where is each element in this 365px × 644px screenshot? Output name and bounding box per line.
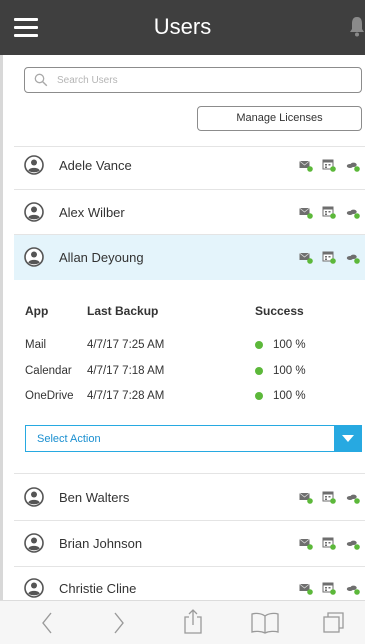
back-chevron-icon[interactable] (40, 611, 54, 635)
user-row-brian-johnson[interactable]: Brian Johnson (14, 521, 365, 566)
backup-timestamp: 4/7/17 7:18 AM (87, 365, 165, 377)
user-avatar-icon (24, 533, 44, 553)
bookmarks-book-icon[interactable] (250, 612, 280, 634)
backup-timestamp: 4/7/17 7:28 AM (87, 390, 165, 402)
user-row-adele-vance[interactable]: Adele Vance (14, 143, 365, 188)
mail-backup-icon (299, 207, 313, 219)
onedrive-backup-icon (346, 162, 360, 172)
calendar-backup-icon (322, 206, 336, 219)
tabs-icon[interactable] (322, 610, 346, 634)
success-dot (255, 341, 263, 349)
user-name: Christie Cline (59, 581, 137, 596)
backup-app-name: Mail (25, 339, 47, 351)
onedrive-backup-icon (346, 494, 360, 504)
calendar-backup-icon (322, 159, 336, 172)
onedrive-backup-icon (346, 585, 360, 595)
chevron-down-icon[interactable] (334, 425, 362, 452)
forward-chevron-icon[interactable] (112, 611, 126, 635)
col-header-success: Success (255, 304, 304, 318)
share-icon[interactable] (182, 608, 204, 635)
user-name: Allan Deyoung (59, 250, 144, 265)
backup-timestamp: 4/7/17 7:25 AM (87, 339, 165, 351)
success-value: 100 % (273, 390, 306, 402)
user-avatar-icon (24, 487, 44, 507)
search-input[interactable] (57, 70, 347, 90)
browser-toolbar (0, 600, 365, 644)
left-scroll-rule (0, 55, 3, 600)
user-avatar-icon (24, 247, 44, 267)
calendar-backup-icon (322, 582, 336, 595)
success-dot (255, 367, 263, 375)
mail-backup-icon (299, 252, 313, 264)
success-dot (255, 392, 263, 400)
onedrive-backup-icon (346, 254, 360, 264)
success-value: 100 % (273, 339, 306, 351)
search-icon (34, 73, 48, 87)
calendar-backup-icon (322, 537, 336, 550)
calendar-backup-icon (322, 491, 336, 504)
manage-licenses-button[interactable]: Manage Licenses (197, 106, 362, 131)
user-name: Brian Johnson (59, 536, 143, 551)
page-title: Users (153, 14, 212, 39)
user-avatar-icon (24, 578, 44, 598)
user-name: Alex Wilber (59, 205, 125, 220)
col-header-app: App (25, 304, 49, 318)
onedrive-backup-icon (346, 540, 360, 550)
user-name: Ben Walters (59, 490, 130, 505)
col-header-last-backup: Last Backup (87, 304, 159, 318)
user-row-alex-wilber[interactable]: Alex Wilber (14, 190, 365, 235)
mail-backup-icon (299, 160, 313, 172)
mail-backup-icon (299, 492, 313, 504)
calendar-backup-icon (322, 251, 336, 264)
user-row-ben-walters[interactable]: Ben Walters (14, 475, 365, 520)
search-box (24, 67, 362, 93)
mail-backup-icon (299, 583, 313, 595)
success-value: 100 % (273, 365, 306, 377)
user-row-allan-deyoung[interactable]: Allan Deyoung (14, 235, 365, 280)
user-avatar-icon (24, 155, 44, 175)
onedrive-backup-icon (346, 209, 360, 219)
select-action-dropdown[interactable]: Select Action (25, 425, 362, 452)
backup-app-name: Calendar (25, 365, 72, 377)
app-header: Users (0, 0, 365, 55)
divider (14, 473, 365, 474)
mail-backup-icon (299, 538, 313, 550)
user-avatar-icon (24, 202, 44, 222)
backup-app-name: OneDrive (25, 390, 74, 402)
bell-icon[interactable] (349, 16, 365, 38)
user-name: Adele Vance (59, 158, 132, 173)
select-action-label: Select Action (37, 433, 101, 445)
